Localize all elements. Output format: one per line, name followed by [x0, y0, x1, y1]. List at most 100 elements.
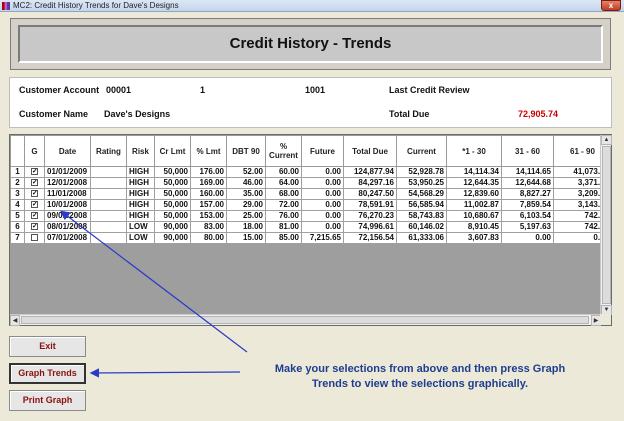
column-header[interactable]: Risk [126, 135, 155, 167]
graph-trends-button[interactable]: Graph Trends [9, 363, 86, 384]
horizontal-scrollbar[interactable]: ◀ ▶ [10, 314, 601, 326]
cell-d1-30: 11,002.87 [446, 199, 502, 211]
info-field-2: 1 [200, 85, 206, 95]
cell-pct-lmt: 157.00 [190, 199, 227, 211]
row-number: 1 [10, 166, 25, 178]
table-row[interactable]: 1 ✓ 01/01/2009 HIGH 50,000 176.00 52.00 60.00 0.… [10, 166, 601, 178]
cell-date: 10/01/2008 [44, 199, 91, 211]
scroll-up-icon[interactable]: ▲ [601, 135, 612, 145]
banner-frame: Credit History - Trends [10, 18, 611, 70]
cell-total-due: 76,270.23 [343, 210, 397, 222]
column-header[interactable]: Future [301, 135, 344, 167]
column-header[interactable] [10, 135, 25, 167]
help-text: Make your selections from above and then… [255, 362, 585, 392]
graph-select-checkbox[interactable]: ✓ [31, 179, 38, 187]
cell-d1-30: 3,607.83 [446, 232, 502, 244]
graph-select-cell[interactable] [24, 232, 45, 244]
table-row[interactable]: 3 ✓ 11/01/2008 HIGH 50,000 160.00 35.00 68.00 0.… [10, 188, 601, 200]
column-header[interactable]: % Current [265, 135, 302, 167]
column-header[interactable]: Total Due [343, 135, 397, 167]
cell-d31-60: 12,644.68 [501, 177, 554, 189]
cell-future: 7,215.65 [301, 232, 344, 244]
cell-cr-lmt: 50,000 [154, 177, 191, 189]
print-graph-button[interactable]: Print Graph [9, 390, 86, 411]
graph-select-checkbox[interactable]: ✓ [31, 223, 38, 231]
close-button[interactable]: x [601, 0, 621, 11]
graph-select-cell[interactable]: ✓ [24, 188, 45, 200]
cell-dbt90: 46.00 [226, 177, 266, 189]
column-header[interactable]: G [24, 135, 45, 167]
cell-d31-60: 14,114.65 [501, 166, 554, 178]
credit-history-grid: G Date Rating Risk Cr Lmt% Lmt DBT 90% Curren… [9, 134, 612, 326]
column-header[interactable]: % Lmt [190, 135, 227, 167]
cell-dbt90: 35.00 [226, 188, 266, 200]
table-row[interactable]: 2 ✓ 12/01/2008 HIGH 50,000 169.00 46.00 64.00 0.… [10, 177, 601, 189]
horizontal-scroll-thumb[interactable] [21, 316, 589, 324]
cell-d61-90: 742.51 [553, 221, 601, 233]
column-header[interactable]: Current [396, 135, 447, 167]
graph-select-checkbox[interactable] [31, 234, 38, 242]
cell-cr-lmt: 90,000 [154, 221, 191, 233]
check-icon: ✓ [32, 179, 38, 187]
column-header[interactable]: Cr Lmt [154, 135, 191, 167]
column-header[interactable]: Date [44, 135, 91, 167]
graph-select-cell[interactable]: ✓ [24, 221, 45, 233]
cell-pct-current: 76.00 [265, 210, 302, 222]
cell-rating [90, 188, 127, 200]
graph-select-cell[interactable]: ✓ [24, 199, 45, 211]
cell-pct-lmt: 169.00 [190, 177, 227, 189]
check-icon: ✓ [32, 223, 38, 231]
cell-d61-90: 3,371.92 [553, 177, 601, 189]
cell-d31-60: 7,859.54 [501, 199, 554, 211]
cell-d61-90: 3,209.87 [553, 188, 601, 200]
graph-select-checkbox[interactable]: ✓ [31, 168, 38, 176]
grid-viewport: G Date Rating Risk Cr Lmt% Lmt DBT 90% Curren… [10, 135, 601, 315]
vertical-scroll-thumb[interactable] [602, 146, 611, 304]
cell-future: 0.00 [301, 210, 344, 222]
graph-select-checkbox[interactable]: ✓ [31, 212, 38, 220]
info-field-3: 1001 [305, 85, 326, 95]
cell-d31-60: 5,197.63 [501, 221, 554, 233]
cell-pct-lmt: 80.00 [190, 232, 227, 244]
scroll-left-icon[interactable]: ◀ [10, 315, 20, 326]
vertical-scrollbar[interactable]: ▲ ▼ [600, 135, 612, 315]
graph-select-cell[interactable]: ✓ [24, 210, 45, 222]
last-credit-review-label: Last Credit Review [389, 85, 470, 95]
table-row[interactable]: 7 07/01/2008 LOW 90,000 80.00 15.00 85.00 7,215… [10, 232, 601, 244]
cell-pct-current: 72.00 [265, 199, 302, 211]
graph-select-checkbox[interactable]: ✓ [31, 190, 38, 198]
help-text-line-1: Make your selections from above and then… [274, 363, 566, 375]
column-header[interactable]: *1 - 30 [446, 135, 502, 167]
total-due-value: 72,905.74 [518, 109, 559, 119]
cell-risk: HIGH [126, 177, 155, 189]
table-row[interactable]: 5 ✓ 09/01/2008 HIGH 50,000 153.00 25.00 76.00 0.… [10, 210, 601, 222]
table-row[interactable]: 6 ✓ 08/01/2008 LOW 90,000 83.00 18.00 81.00 0.00… [10, 221, 601, 233]
app-icon [2, 2, 10, 10]
cell-risk: HIGH [126, 188, 155, 200]
cell-cr-lmt: 50,000 [154, 166, 191, 178]
column-header[interactable]: 31 - 60 [501, 135, 554, 167]
table-row[interactable]: 4 ✓ 10/01/2008 HIGH 50,000 157.00 29.00 72.00 0.… [10, 199, 601, 211]
row-number: 6 [10, 221, 25, 233]
credit-history-table: G Date Rating Risk Cr Lmt% Lmt DBT 90% Curren… [10, 135, 601, 244]
cell-future: 0.00 [301, 199, 344, 211]
cell-rating [90, 232, 127, 244]
column-header[interactable]: Rating [90, 135, 127, 167]
customer-account-label: Customer Account [19, 85, 100, 95]
cell-total-due: 124,877.94 [343, 166, 397, 178]
table-header-row: G Date Rating Risk Cr Lmt% Lmt DBT 90% Curren… [10, 135, 601, 167]
cell-dbt90: 52.00 [226, 166, 266, 178]
cell-date: 07/01/2008 [44, 232, 91, 244]
cell-cr-lmt: 90,000 [154, 232, 191, 244]
graph-select-cell[interactable]: ✓ [24, 166, 45, 178]
cell-pct-current: 81.00 [265, 221, 302, 233]
cell-current: 53,950.25 [396, 177, 447, 189]
column-header[interactable]: DBT 90 [226, 135, 266, 167]
exit-button[interactable]: Exit [9, 336, 86, 357]
cell-d61-90: 3,143.56 [553, 199, 601, 211]
cell-current: 58,743.83 [396, 210, 447, 222]
graph-select-checkbox[interactable]: ✓ [31, 201, 38, 209]
arrow-to-graph-button [89, 368, 241, 378]
graph-select-cell[interactable]: ✓ [24, 177, 45, 189]
column-header[interactable]: 61 - 90 [553, 135, 601, 167]
